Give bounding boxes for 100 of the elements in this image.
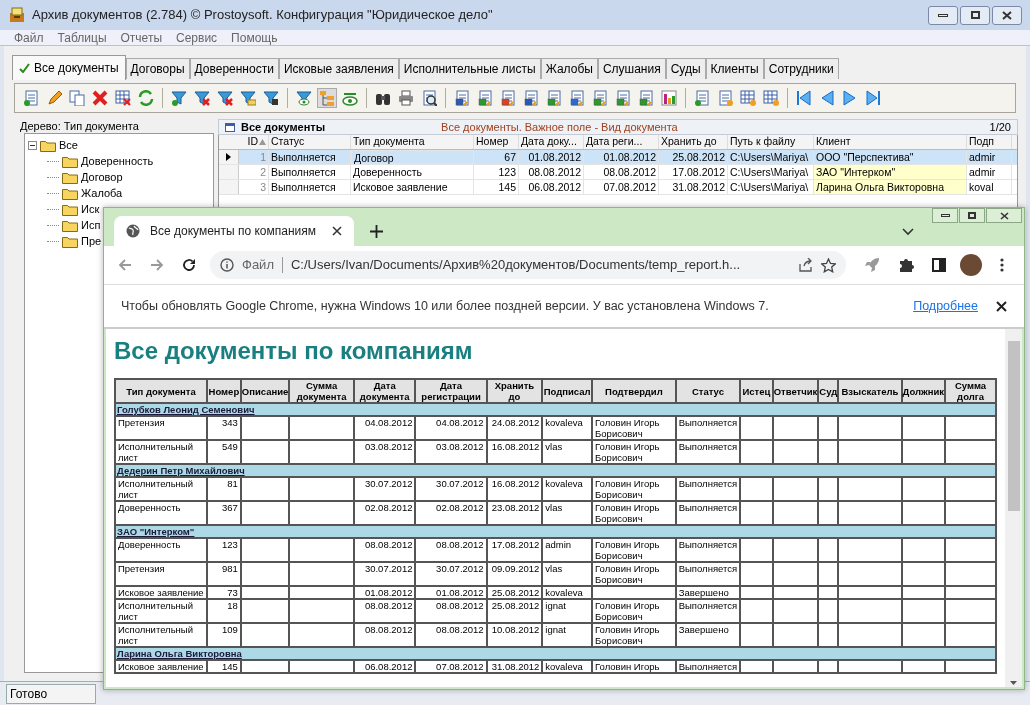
filter-save-icon[interactable]	[263, 90, 279, 106]
forward-icon[interactable]	[150, 258, 164, 272]
sidebar-icon[interactable]	[932, 258, 946, 272]
last-icon[interactable]	[865, 90, 881, 106]
column-header[interactable]: Статус	[269, 135, 351, 149]
document-export-icon[interactable]	[477, 90, 493, 106]
tree-item[interactable]: Доверенность	[81, 152, 154, 170]
document-export-icon[interactable]	[500, 90, 516, 106]
group-link[interactable]: Дедерин Петр Михайлович	[117, 465, 245, 476]
tab[interactable]: Жалобы	[540, 58, 598, 79]
filter-plus-icon[interactable]	[171, 90, 187, 106]
tree-item[interactable]: Пре	[81, 232, 102, 250]
grid-cell: admir	[967, 150, 1012, 164]
tab[interactable]: Все документы	[12, 55, 126, 80]
rocket-icon[interactable]	[864, 257, 880, 273]
document-export-icon[interactable]	[638, 90, 654, 106]
menu-item[interactable]: Отчеты	[120, 28, 162, 47]
maximize-button[interactable]	[959, 208, 985, 223]
group-link[interactable]: Ларина Ольга Викторовна	[117, 648, 242, 659]
browser-tab[interactable]: Все документы по компаниям	[114, 216, 354, 246]
tab[interactable]: Клиенты	[705, 58, 764, 79]
table-gear-icon[interactable]	[763, 90, 779, 106]
document-export-icon[interactable]	[615, 90, 631, 106]
preview-icon[interactable]	[421, 90, 437, 106]
close-button[interactable]	[986, 208, 1022, 223]
column-header[interactable]: Дата реги...	[584, 135, 659, 149]
address-bar[interactable]: Файл C:/Users/Ivan/Documents/Архив%20документов/Documents/temp_report.h...	[210, 251, 846, 279]
scrollbar[interactable]	[1005, 329, 1022, 687]
grid-row[interactable]: 1 Выполняется Договор 67 01.08.2012 01.08.2012 25.08.2012 C:\Users\Mariya\ ООО "Перспектива" admir	[219, 150, 1017, 165]
tab[interactable]: Договоры	[125, 58, 190, 79]
document-export-icon[interactable]	[454, 90, 470, 106]
bar-chart-icon[interactable]	[661, 90, 677, 106]
grid-row[interactable]: 2 Выполняется Доверенность 123 08.08.2012 08.08.2012 17.08.2012 C:\Users\Mariya\ ЗАО "Интерком" admir	[219, 165, 1017, 180]
more-link[interactable]: Подробнее	[913, 296, 978, 316]
tab[interactable]: Слушания	[597, 58, 666, 79]
close-icon[interactable]	[332, 226, 342, 236]
column-header[interactable]: Тип документа	[351, 135, 474, 149]
group-link[interactable]: Голубков Леонид Семенович	[117, 404, 255, 415]
next-icon[interactable]	[842, 90, 858, 106]
puzzle-icon[interactable]	[898, 257, 914, 273]
document-export-icon[interactable]	[569, 90, 585, 106]
tree-item[interactable]: Иск	[81, 200, 100, 218]
tab[interactable]: Доверенности	[189, 58, 279, 79]
menu-item[interactable]: Помощь	[231, 28, 278, 47]
tab[interactable]: Суды	[665, 58, 706, 79]
star-icon[interactable]	[821, 257, 836, 273]
reload-icon[interactable]	[182, 258, 196, 272]
refresh-icon[interactable]	[138, 90, 154, 106]
collapse-toggle[interactable]	[28, 140, 37, 150]
row-indicator[interactable]	[219, 150, 239, 164]
filter-delete-icon[interactable]	[194, 90, 210, 106]
document-export-icon[interactable]	[523, 90, 539, 106]
filter-eye-icon[interactable]	[296, 90, 312, 106]
tab[interactable]: Исполнительные листы	[398, 58, 541, 79]
printer-icon[interactable]	[398, 90, 414, 106]
previous-icon[interactable]	[819, 90, 835, 106]
first-icon[interactable]	[796, 90, 812, 106]
menu-item[interactable]: Сервис	[176, 28, 218, 47]
tree-item[interactable]: Договор	[81, 168, 123, 186]
column-header[interactable]: ID	[239, 135, 269, 149]
column-header[interactable]: Дата доку...	[519, 135, 584, 149]
grid-row[interactable]: 3 Выполняется Исковое заявление 145 06.08.2012 07.08.2012 31.08.2012 C:\Users\Mariya\ Ларина Ольга Викторовна koval	[219, 180, 1017, 195]
document-export-icon[interactable]	[546, 90, 562, 106]
close-button[interactable]	[992, 5, 1022, 25]
menu-item[interactable]: Таблицы	[57, 28, 107, 47]
menu-item[interactable]: Файл	[14, 28, 44, 47]
close-icon	[1002, 10, 1012, 20]
filter-delete-icon[interactable]	[217, 90, 233, 106]
group-link[interactable]: ЗАО "Интерком"	[117, 526, 195, 537]
column-header[interactable]: Хранить до	[659, 135, 728, 149]
tree-item[interactable]: Исп	[81, 216, 101, 234]
pencil-icon[interactable]	[46, 90, 62, 106]
document-plus-icon[interactable]	[23, 90, 39, 106]
filter-folder-icon[interactable]	[240, 90, 256, 106]
document-plus-icon[interactable]	[694, 90, 710, 106]
column-header[interactable]: Клиент	[814, 135, 967, 149]
minimize-button[interactable]	[932, 208, 958, 223]
chevron-down-icon[interactable]	[902, 228, 914, 236]
document-export-icon[interactable]	[592, 90, 608, 106]
column-header[interactable]: Подп	[967, 135, 1012, 149]
avatar[interactable]	[960, 254, 982, 276]
share-icon[interactable]	[798, 258, 813, 272]
maximize-button[interactable]	[960, 5, 990, 25]
new-tab-icon[interactable]	[370, 225, 383, 238]
minimize-button[interactable]	[928, 5, 958, 25]
tab[interactable]: Сотрудники	[763, 58, 839, 79]
close-icon[interactable]	[996, 300, 1007, 312]
tab[interactable]: Исковые заявления	[278, 58, 399, 79]
table-gear-icon[interactable]	[740, 90, 756, 106]
table-delete-icon[interactable]	[115, 90, 131, 106]
eye-icon[interactable]	[342, 90, 358, 106]
tree-item[interactable]: Все	[59, 136, 78, 154]
report-cell: vlas	[542, 562, 593, 586]
back-icon[interactable]	[118, 258, 132, 272]
delete-icon[interactable]	[92, 90, 108, 106]
copy-icon[interactable]	[69, 90, 85, 106]
column-header[interactable]: Номер	[474, 135, 519, 149]
tree-item[interactable]: Жалоба	[81, 184, 123, 202]
menu-icon[interactable]	[1000, 258, 1004, 272]
column-header[interactable]: Путь к файлу	[728, 135, 814, 149]
